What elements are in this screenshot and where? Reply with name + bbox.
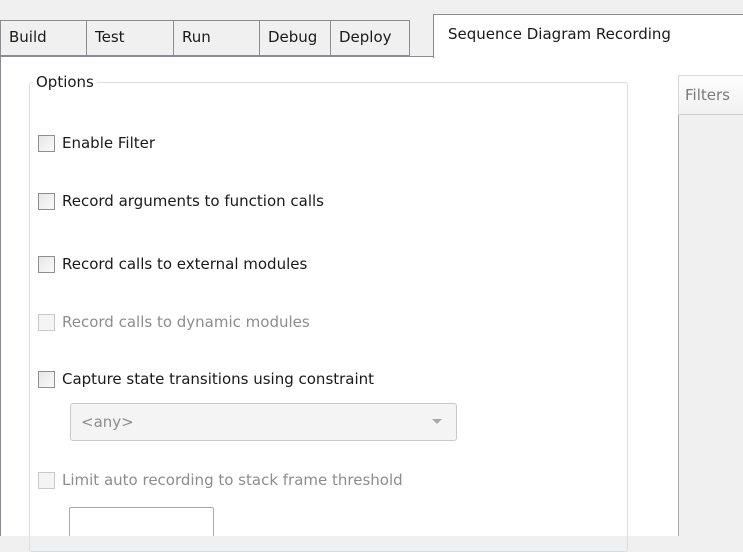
record-dynamic-checkbox <box>38 313 55 331</box>
record-arguments-label[interactable]: Record arguments to function calls <box>62 192 324 210</box>
tab-test[interactable]: Test <box>86 20 173 56</box>
record-arguments-checkbox[interactable] <box>38 192 55 210</box>
enable-filter-checkbox[interactable] <box>38 134 55 152</box>
record-external-label[interactable]: Record calls to external modules <box>62 255 307 273</box>
filters-list[interactable] <box>678 115 743 536</box>
enable-filter-option[interactable]: Enable Filter <box>38 133 155 153</box>
enable-filter-label[interactable]: Enable Filter <box>62 134 155 152</box>
tab-build[interactable]: Build <box>0 20 87 56</box>
record-external-checkbox[interactable] <box>38 255 55 273</box>
capture-state-option[interactable]: Capture state transitions using constrai… <box>38 369 374 389</box>
tab-deploy[interactable]: Deploy <box>330 20 410 56</box>
constraint-select: <any> <box>70 403 457 441</box>
tab-strip: Build Test Run Debug Deploy Sequence Dia… <box>0 0 743 58</box>
constraint-select-value: <any> <box>81 413 134 431</box>
options-group-label: Options <box>33 72 97 92</box>
tab-debug[interactable]: Debug <box>259 20 330 56</box>
limit-recording-label: Limit auto recording to stack frame thre… <box>62 471 403 489</box>
filters-header: Filters <box>678 75 743 115</box>
record-dynamic-label: Record calls to dynamic modules <box>62 313 310 331</box>
limit-recording-checkbox <box>38 471 55 489</box>
tab-run[interactable]: Run <box>173 20 259 56</box>
filters-header-label: Filters <box>685 86 730 104</box>
record-arguments-option[interactable]: Record arguments to function calls <box>38 191 324 211</box>
threshold-input[interactable] <box>69 507 214 536</box>
capture-state-label[interactable]: Capture state transitions using constrai… <box>62 370 374 388</box>
tab-sequence-diagram-recording[interactable]: Sequence Diagram Recording <box>433 14 743 58</box>
record-dynamic-option: Record calls to dynamic modules <box>38 312 310 332</box>
record-external-option[interactable]: Record calls to external modules <box>38 254 307 274</box>
capture-state-checkbox[interactable] <box>38 370 55 388</box>
chevron-down-icon <box>432 419 442 424</box>
limit-recording-option: Limit auto recording to stack frame thre… <box>38 470 403 490</box>
